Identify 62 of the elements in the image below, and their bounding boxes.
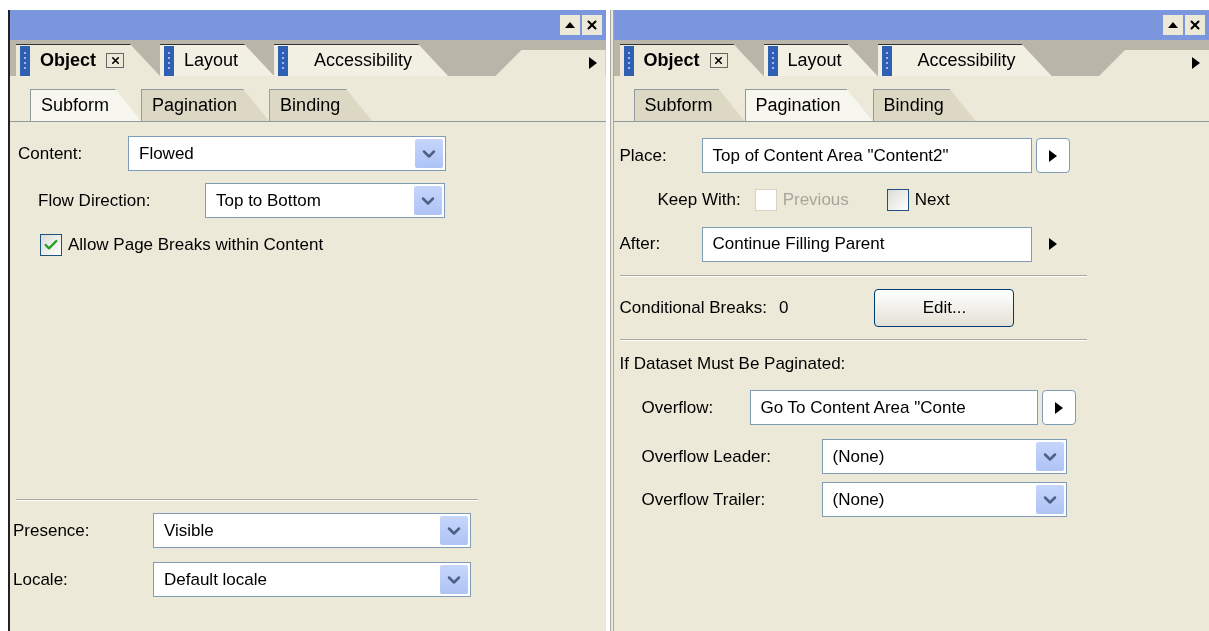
up-arrow-icon xyxy=(564,22,575,28)
scroll-right-icon xyxy=(587,57,598,69)
field-label: Keep With: xyxy=(657,189,741,211)
grip-icon xyxy=(164,45,174,76)
close-icon xyxy=(584,18,599,32)
subtab[interactable]: Binding xyxy=(269,89,373,121)
dropdown[interactable]: (None) xyxy=(821,439,1067,474)
grip-icon xyxy=(881,45,892,76)
panel-tab[interactable]: Layout xyxy=(763,44,878,76)
text-field[interactable]: Continue Filling Parent xyxy=(701,226,1032,262)
checkbox[interactable] xyxy=(40,233,62,256)
panel-tab[interactable]: Object xyxy=(16,44,160,76)
text-field[interactable]: Go To Content Area "Conte xyxy=(749,390,1038,425)
dropdown[interactable]: Visible xyxy=(153,513,471,548)
field-label: Flow Direction: xyxy=(38,189,152,212)
play-icon xyxy=(1053,401,1064,414)
grip-icon xyxy=(767,45,778,76)
grip-icon xyxy=(278,45,289,76)
arrow-button[interactable] xyxy=(1041,390,1076,425)
subtab[interactable]: Subform xyxy=(30,89,142,121)
subtab[interactable]: Binding xyxy=(872,89,976,121)
grip-icon xyxy=(623,45,634,76)
grip-icon xyxy=(20,45,30,76)
field-label: Overflow Leader: xyxy=(641,445,772,468)
field-label: After: xyxy=(619,233,662,256)
close-icon xyxy=(1188,18,1202,32)
field-label: Presence: xyxy=(13,519,91,542)
field-label: Conditional Breaks: xyxy=(619,296,767,319)
dropdown[interactable]: Top to Bottom xyxy=(205,183,445,218)
edit-button[interactable]: Edit... xyxy=(874,288,1015,327)
panel-tab[interactable]: Accessibility xyxy=(274,44,449,76)
close-tab-icon xyxy=(106,53,124,68)
close-button[interactable] xyxy=(581,15,602,35)
collapse-button[interactable] xyxy=(1163,15,1183,35)
checkbox[interactable] xyxy=(886,188,909,211)
subtab[interactable]: Pagination xyxy=(744,89,873,121)
field-label: Place: xyxy=(619,144,668,167)
count-value: 0 xyxy=(778,296,789,319)
close-button[interactable] xyxy=(1185,15,1205,35)
dropdown[interactable]: (None) xyxy=(821,482,1067,517)
field-label: Overflow Trailer: xyxy=(641,488,767,511)
up-arrow-icon xyxy=(1168,22,1178,28)
dropdown[interactable]: Default locale xyxy=(153,562,471,597)
checkbox-label: Next xyxy=(914,189,950,211)
panel-tab[interactable]: Object xyxy=(619,44,764,76)
section-heading: If Dataset Must Be Paginated: xyxy=(619,353,846,373)
scroll-right-icon xyxy=(1191,57,1201,69)
collapse-button[interactable] xyxy=(559,15,580,35)
subtab[interactable]: Subform xyxy=(633,89,745,121)
play-icon xyxy=(1047,149,1058,162)
field-label: Content: xyxy=(18,142,84,165)
text-field[interactable]: Top of Content Area "Content2" xyxy=(701,138,1032,173)
checkbox-label: Previous xyxy=(782,189,849,211)
dropdown[interactable]: Flowed xyxy=(128,136,446,171)
panel-tab[interactable]: Layout xyxy=(160,44,275,76)
checkbox-label: Allow Page Breaks within Content xyxy=(68,234,324,256)
field-label: Overflow: xyxy=(641,396,715,419)
subtab[interactable]: Pagination xyxy=(141,89,270,121)
field-label: Locale: xyxy=(13,568,69,591)
arrow-button[interactable] xyxy=(1035,138,1070,173)
panel-tab[interactable]: Accessibility xyxy=(877,44,1052,76)
close-tab-icon xyxy=(709,53,728,68)
